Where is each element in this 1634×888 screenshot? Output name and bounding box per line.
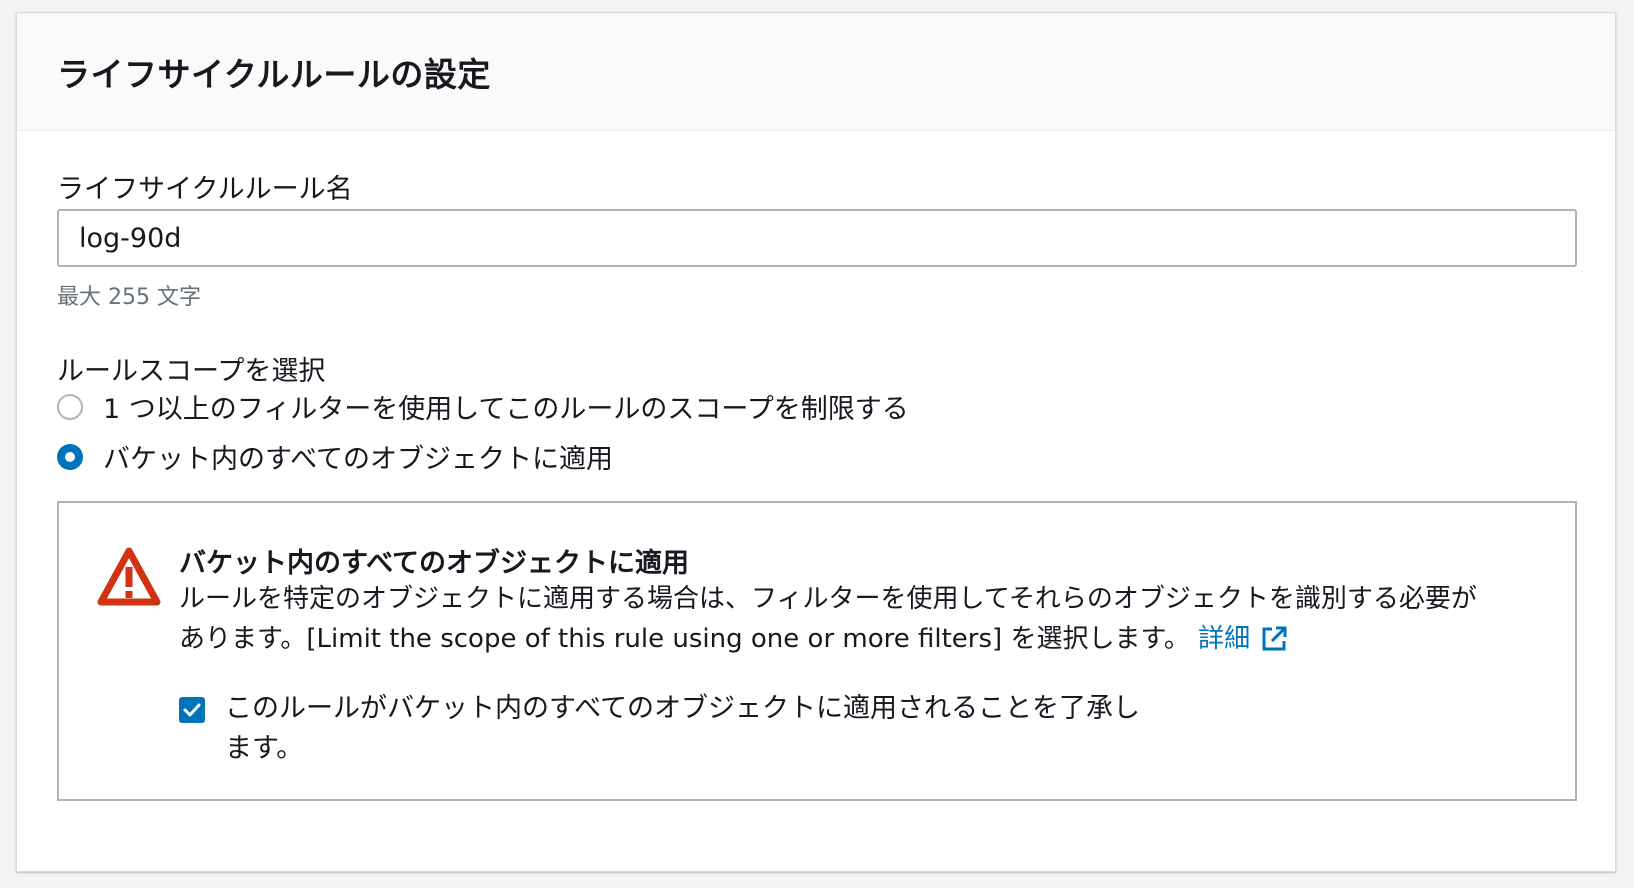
lifecycle-rule-config-panel: ライフサイクルルールの設定 ライフサイクルルール名 最大 255 文字 ルールス…: [16, 12, 1616, 872]
radio-limit-scope-label: 1 つ以上のフィルターを使用してこのルールのスコープを制限する: [103, 394, 909, 425]
warning-alert: バケット内のすべてのオブジェクトに適用 ルールを特定のオブジェクトに適用する場合…: [57, 501, 1577, 801]
learn-more-link[interactable]: 詳細: [1198, 624, 1250, 654]
rule-name-constraint: 最大 255 文字: [57, 285, 201, 310]
warning-body: ルールを特定のオブジェクトに適用する場合は、フィルターを使用してそれらのオブジェ…: [179, 579, 1499, 659]
rule-name-label: ライフサイクルルール名: [57, 174, 353, 205]
radio-apply-all-label: バケット内のすべてのオブジェクトに適用: [103, 444, 614, 475]
radio-apply-all[interactable]: [57, 443, 83, 470]
panel-header: ライフサイクルルールの設定: [17, 13, 1615, 131]
rule-scope-label: ルールスコープを選択: [57, 356, 326, 387]
acknowledge-checkbox[interactable]: [179, 697, 205, 723]
warning-icon: [97, 547, 161, 606]
radio-limit-scope[interactable]: [57, 393, 83, 420]
scope-option-all-objects[interactable]: バケット内のすべてのオブジェクトに適用: [57, 437, 613, 476]
rule-name-input[interactable]: [57, 209, 1577, 267]
external-link-icon[interactable]: [1260, 625, 1288, 653]
warning-title: バケット内のすべてのオブジェクトに適用: [179, 548, 690, 579]
acknowledge-label: このルールがバケット内のすべてのオブジェクトに適用されることを了承します。: [225, 693, 1141, 764]
scope-option-filter[interactable]: 1 つ以上のフィルターを使用してこのルールのスコープを制限する: [57, 387, 909, 426]
check-icon: [183, 703, 201, 717]
acknowledge-row[interactable]: このルールがバケット内のすべてのオブジェクトに適用されることを了承します。: [179, 689, 1165, 769]
page-title: ライフサイクルルールの設定: [57, 54, 491, 94]
